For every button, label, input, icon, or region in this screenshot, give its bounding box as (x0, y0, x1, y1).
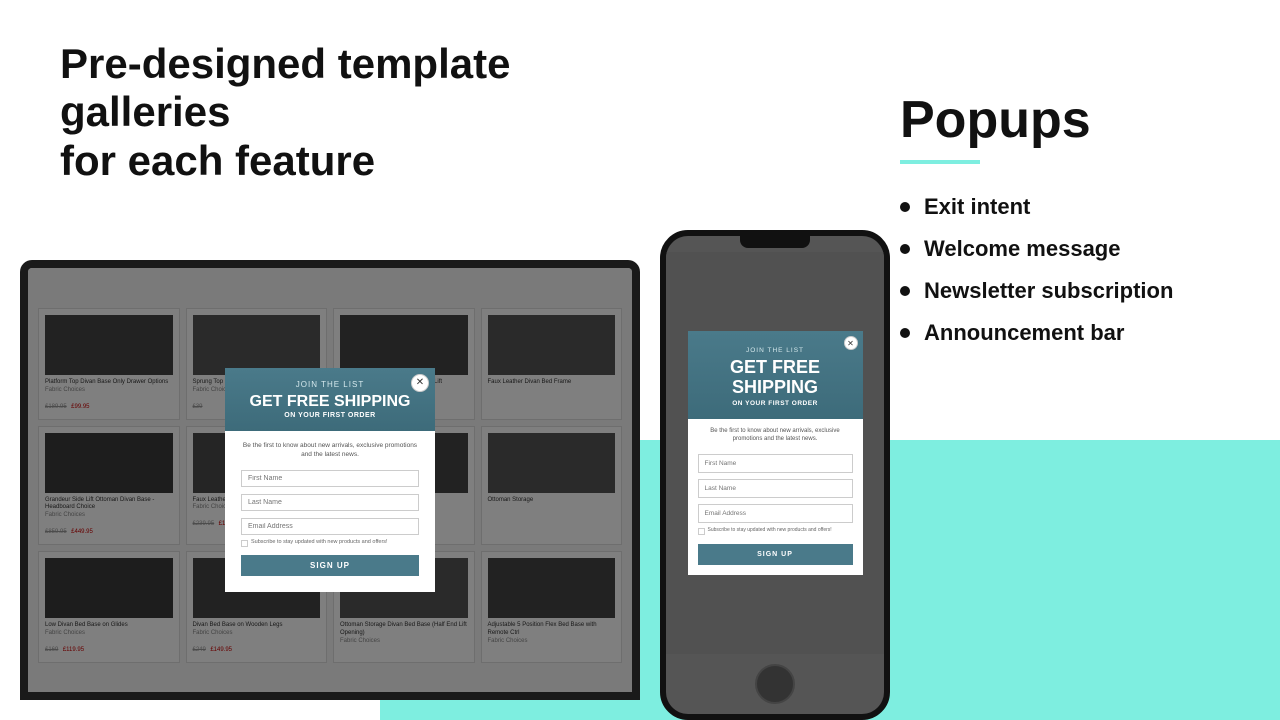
section-title: Popups (900, 90, 1220, 150)
laptop-popup-join: JOIN THE LIST (235, 380, 425, 389)
phone-screen: ✕ JOIN THE LIST GET FREESHIPPING ON YOUR… (666, 236, 884, 714)
laptop-screen: Platform Top Divan Base Only Drawer Opti… (28, 268, 632, 692)
bullet-dot (900, 328, 910, 338)
phone-popup-body: Be the first to know about new arrivals,… (688, 427, 863, 575)
laptop-popup-overlay: ✕ JOIN THE LIST GET FREE SHIPPING ON YOU… (28, 268, 632, 692)
laptop-subscribe-checkbox[interactable] (241, 540, 248, 547)
phone-popup-header: JOIN THE LIST GET FREESHIPPING ON YOUR F… (688, 331, 863, 419)
list-item: Welcome message (900, 236, 1220, 262)
section-underline (900, 160, 980, 164)
bullet-label: Welcome message (924, 236, 1120, 262)
phone-popup-box: ✕ JOIN THE LIST GET FREESHIPPING ON YOUR… (688, 331, 863, 574)
laptop-subscribe-row: Subscribe to stay updated with new produ… (241, 539, 419, 547)
phone-mockup: ✕ JOIN THE LIST GET FREESHIPPING ON YOUR… (660, 230, 890, 720)
phone-popup-subtitle: ON YOUR FIRST ORDER (698, 400, 853, 407)
phone-firstname-input[interactable] (698, 454, 853, 473)
laptop-base (20, 692, 640, 700)
laptop-lastname-input[interactable] (241, 494, 419, 511)
bullet-label: Announcement bar (924, 320, 1124, 346)
phone-popup-close[interactable]: ✕ (844, 336, 858, 350)
laptop-firstname-input[interactable] (241, 470, 419, 487)
phone-popup-desc: Be the first to know about new arrivals,… (698, 427, 853, 444)
bullet-list: Exit intent Welcome message Newsletter s… (900, 194, 1220, 346)
laptop-popup-title: GET FREE SHIPPING (235, 393, 425, 411)
laptop-mockup: Platform Top Divan Base Only Drawer Opti… (20, 260, 640, 700)
main-title: Pre-designed template galleries for each… (60, 40, 660, 185)
laptop-subscribe-label: Subscribe to stay updated with new produ… (251, 539, 388, 546)
laptop-popup-header: JOIN THE LIST GET FREE SHIPPING ON YOUR … (225, 368, 435, 432)
phone-home-button[interactable] (755, 664, 795, 704)
device-container: Platform Top Divan Base Only Drawer Opti… (20, 200, 890, 720)
phone-signup-button[interactable]: SIGN UP (698, 544, 853, 565)
phone-notch (740, 236, 810, 248)
phone-popup-join: JOIN THE LIST (698, 347, 853, 354)
phone-popup-overlay: ✕ JOIN THE LIST GET FREESHIPPING ON YOUR… (666, 252, 884, 654)
list-item: Newsletter subscription (900, 278, 1220, 304)
phone-subscribe-checkbox[interactable] (698, 528, 705, 535)
laptop-email-input[interactable] (241, 518, 419, 535)
phone-subscribe-label: Subscribe to stay updated with new produ… (708, 527, 832, 534)
left-content: Pre-designed template galleries for each… (60, 40, 660, 215)
right-content: Popups Exit intent Welcome message Newsl… (900, 90, 1220, 362)
bullet-dot (900, 286, 910, 296)
phone-popup-title: GET FREESHIPPING (698, 358, 853, 398)
laptop-popup-close[interactable]: ✕ (411, 374, 429, 392)
list-item: Exit intent (900, 194, 1220, 220)
bullet-label: Newsletter subscription (924, 278, 1173, 304)
laptop-signup-button[interactable]: SIGN UP (241, 555, 419, 576)
list-item: Announcement bar (900, 320, 1220, 346)
laptop-popup-subtitle: ON YOUR FIRST ORDER (235, 412, 425, 419)
bullet-dot (900, 244, 910, 254)
phone-lastname-input[interactable] (698, 479, 853, 498)
phone-subscribe-row: Subscribe to stay updated with new produ… (698, 527, 853, 535)
laptop-popup-desc: Be the first to know about new arrivals,… (241, 441, 419, 459)
phone-email-input[interactable] (698, 504, 853, 523)
page-wrapper: Pre-designed template galleries for each… (0, 0, 1280, 720)
site-content: Platform Top Divan Base Only Drawer Opti… (28, 268, 632, 692)
bullet-dot (900, 202, 910, 212)
bullet-label: Exit intent (924, 194, 1030, 220)
laptop-popup-box: ✕ JOIN THE LIST GET FREE SHIPPING ON YOU… (225, 368, 435, 593)
